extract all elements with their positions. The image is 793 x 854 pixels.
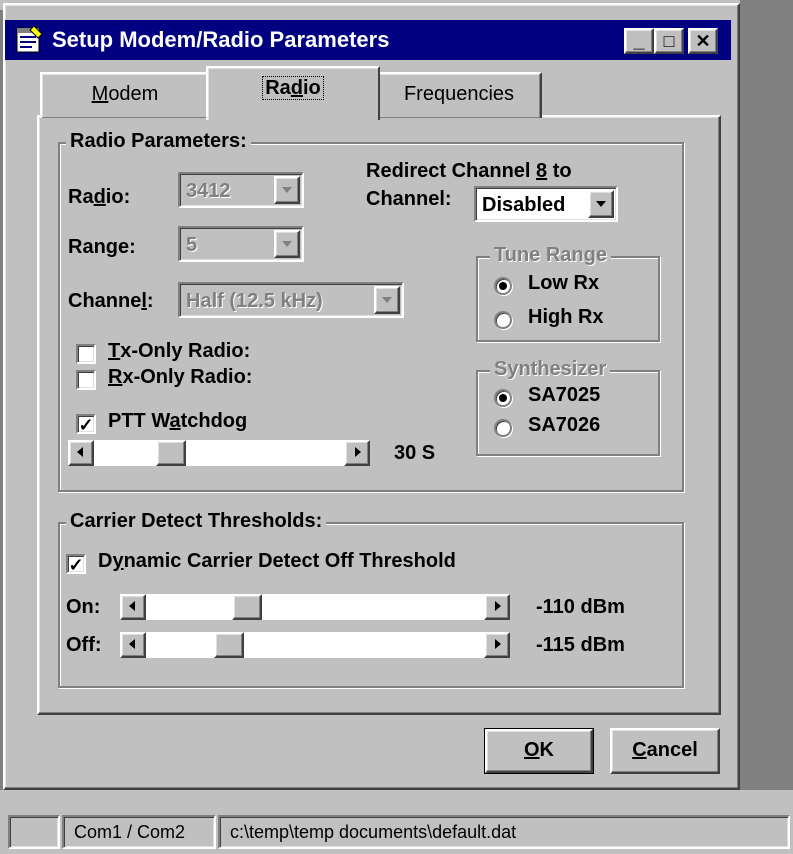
slider-right-button[interactable] [344, 440, 370, 466]
minimize-button[interactable]: _ [624, 28, 654, 54]
tab-radio-label: Radio [262, 76, 324, 100]
off-slider-thumb[interactable] [214, 632, 244, 658]
arrow-left-icon [129, 601, 135, 611]
background-area [740, 0, 793, 790]
close-icon: ✕ [695, 31, 711, 51]
sa7025-radio[interactable] [494, 389, 512, 407]
tab-modem-label: odem [108, 83, 159, 105]
rx-only-label: Rx-Only Radio: [108, 366, 253, 388]
channel-select[interactable]: Half (12.5 kHz) [178, 282, 404, 318]
on-slider-thumb[interactable] [232, 594, 262, 620]
tune-range-title: Tune Range [490, 244, 611, 267]
tx-only-label: Tx-Only Radio: [108, 340, 251, 362]
dynamic-carrier-checkbox[interactable]: ✓ [66, 554, 86, 574]
redirect-channel-value: Disabled [482, 194, 566, 216]
status-ports: Com1 / Com2 [62, 815, 216, 849]
arrow-left-icon [129, 639, 135, 649]
ok-button[interactable]: OK [485, 729, 593, 773]
carrier-detect-title: Carrier Detect Thresholds: [66, 510, 327, 533]
ptt-watchdog-label: PTT Watchdog [108, 410, 248, 432]
chevron-down-icon [274, 176, 300, 204]
tab-frequencies-label: Frequencies [403, 83, 515, 105]
high-rx-label: High Rx [528, 306, 604, 328]
radio-model-select[interactable]: 3412 [178, 172, 304, 208]
dynamic-carrier-label: Dynamic Carrier Detect Off Threshold [98, 550, 456, 572]
on-threshold-label: On: [66, 596, 101, 618]
synthesizer-group [476, 370, 660, 456]
tab-frequencies[interactable]: Frequencies [376, 72, 542, 118]
chevron-down-icon [588, 190, 614, 218]
window-title: Setup Modem/Radio Parameters [52, 27, 390, 52]
on-threshold-value: -110 dBm [536, 596, 625, 618]
channel-label: Channel: [68, 290, 154, 312]
rx-only-checkbox[interactable] [76, 370, 96, 390]
slider-left-button[interactable] [68, 440, 94, 466]
off-slider-left-button[interactable] [120, 632, 146, 658]
off-threshold-label: Off: [66, 634, 102, 656]
tab-modem[interactable]: Modem [40, 72, 210, 118]
sa7025-label: SA7025 [528, 384, 601, 406]
range-label: Range: [68, 236, 136, 258]
ptt-watchdog-slider[interactable] [68, 440, 370, 466]
redirect-channel-label: Redirect Channel 8 to [366, 160, 572, 182]
arrow-right-icon [355, 447, 361, 457]
arrow-right-icon [495, 601, 501, 611]
status-file-path: c:\temp\temp documents\default.dat [218, 815, 790, 849]
cancel-button[interactable]: Cancel [610, 728, 720, 774]
arrow-left-icon [77, 447, 83, 457]
radio-label: Radio: [68, 186, 131, 208]
minimize-icon: _ [633, 30, 645, 52]
sa7026-label: SA7026 [528, 414, 601, 436]
range-value: 5 [186, 234, 198, 256]
ptt-watchdog-checkbox[interactable]: ✓ [76, 414, 96, 434]
close-button[interactable]: ✕ [688, 28, 718, 54]
tab-modem-mnemonic: M [91, 83, 109, 105]
status-pane-blank [8, 815, 60, 849]
check-icon: ✓ [68, 555, 84, 575]
sa7026-radio[interactable] [494, 419, 512, 437]
range-select[interactable]: 5 [178, 226, 304, 262]
redirect-channel-select[interactable]: Disabled [474, 186, 618, 222]
off-threshold-slider[interactable] [120, 632, 510, 658]
high-rx-radio[interactable] [494, 311, 512, 329]
synthesizer-title: Synthesizer [490, 358, 611, 381]
redirect-channel-label-2: Channel: [366, 188, 452, 210]
check-icon: ✓ [78, 415, 94, 435]
low-rx-label: Low Rx [528, 272, 600, 294]
channel-value: Half (12.5 kHz) [186, 290, 323, 312]
slider-thumb[interactable] [156, 440, 186, 466]
ptt-watchdog-value: 30 S [394, 442, 436, 464]
maximize-button[interactable]: □ [654, 28, 684, 54]
off-slider-right-button[interactable] [484, 632, 510, 658]
arrow-right-icon [495, 639, 501, 649]
chevron-down-icon [274, 230, 300, 258]
on-threshold-slider[interactable] [120, 594, 510, 620]
off-threshold-value: -115 dBm [536, 634, 625, 656]
on-slider-right-button[interactable] [484, 594, 510, 620]
radio-selected-dot [499, 282, 507, 290]
tab-radio[interactable]: Radio [206, 66, 380, 120]
tx-only-checkbox[interactable] [76, 344, 96, 364]
chevron-down-icon [374, 286, 400, 314]
notepad-icon [14, 24, 44, 54]
low-rx-radio[interactable] [494, 277, 512, 295]
radio-selected-dot [499, 394, 507, 402]
radio-model-value: 3412 [186, 180, 231, 202]
radio-parameters-title: Radio Parameters: [66, 130, 251, 153]
on-slider-left-button[interactable] [120, 594, 146, 620]
tune-range-group [476, 256, 660, 342]
maximize-icon: □ [663, 31, 675, 51]
